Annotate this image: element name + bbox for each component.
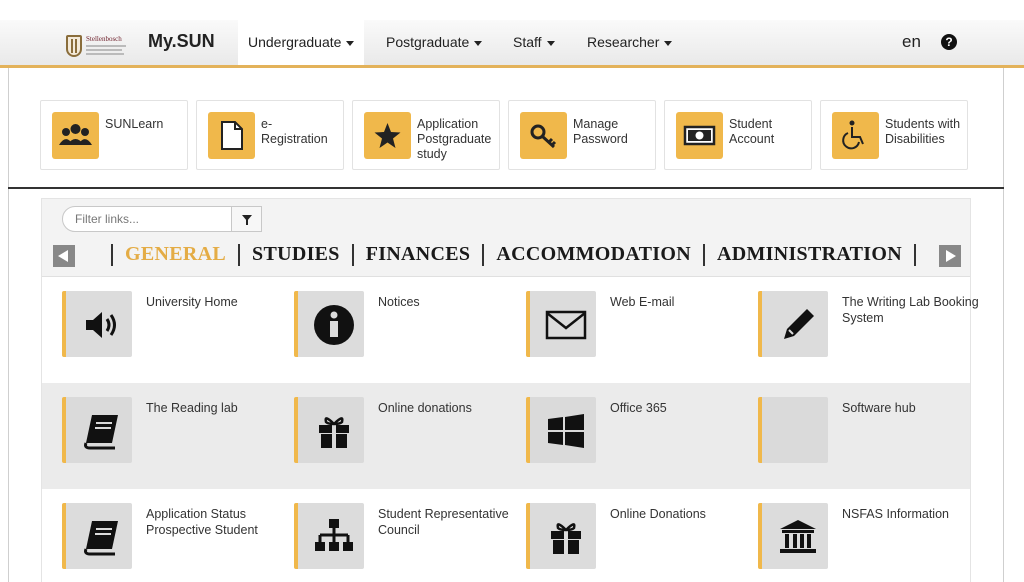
link-office-365[interactable]: Office 365 [526,397,756,477]
link-label: The Writing Lab Booking System [842,295,979,325]
link-browser: GENERAL STUDIES FINANCES ACCOMMODATION ADMIN… [41,198,979,582]
section-divider [8,187,1004,189]
link-label: Student Representative Council [378,507,509,537]
money-icon [676,112,723,159]
caret-down-icon [474,40,483,46]
tab-administration[interactable]: ADMINISTRATION [717,243,902,266]
filter-button[interactable] [231,206,262,232]
tab-accommodation[interactable]: ACCOMMODATION [496,243,691,266]
link-label: Software hub [842,401,916,415]
logo-text: Stellenbosch [86,35,122,43]
link-label: Online Donations [610,507,706,521]
link-nsfas[interactable]: NSFAS Information [758,503,988,582]
link-online-donations-2[interactable]: Online Donations [526,503,756,582]
quick-link-e-registration[interactable]: e- Registration [196,100,344,170]
link-online-donations[interactable]: Online donations [294,397,524,477]
link-label: Notices [378,295,420,309]
quick-link-label: Application Postgraduate study [417,117,492,161]
gift-icon [551,523,581,554]
link-label: NSFAS Information [842,507,949,521]
link-row: The Reading lab Online donations Office … [42,383,970,489]
quick-link-manage-password[interactable]: Manage Password [508,100,656,170]
nav-undergraduate[interactable]: Undergraduate [238,20,365,65]
quick-link-label: SUNLearn [105,117,164,131]
star-icon [364,112,411,159]
wheelchair-icon [832,112,879,159]
quick-link-label: Students with Disabilities [885,117,961,146]
link-label: Online donations [378,401,472,415]
nav-researcher[interactable]: Researcher [577,20,682,65]
gift-icon [319,417,349,448]
nav-staff[interactable]: Staff [503,20,565,65]
windows-icon [548,414,584,448]
top-navbar: Stellenbosch My.SUN Undergraduate Postgr… [0,20,1024,68]
quick-link-students-disabilities[interactable]: Students with Disabilities [820,100,968,170]
link-label: Web E-mail [610,295,675,309]
book-icon [84,521,118,556]
caret-down-icon [664,40,673,46]
link-reading-lab[interactable]: The Reading lab [62,397,292,477]
quick-link-label: e- Registration [261,117,328,146]
category-next-button[interactable] [939,245,961,267]
link-writing-lab[interactable]: The Writing Lab Booking System [758,291,988,371]
pencil-icon [784,309,814,339]
tab-general[interactable]: GENERAL [125,243,226,266]
link-notices[interactable]: Notices [294,291,524,371]
caret-down-icon [546,40,555,46]
tab-finances[interactable]: FINANCES [366,243,471,266]
link-label: University Home [146,295,238,309]
volume-up-icon [86,312,116,338]
stellenbosch-logo[interactable]: Stellenbosch [66,35,130,59]
link-software-hub[interactable]: Software hub [758,397,988,477]
link-label: Application Status Prospective Student [146,507,258,537]
link-label: The Reading lab [146,401,238,415]
link-application-status[interactable]: Application Status Prospective Student [62,503,292,582]
question-circle-icon[interactable]: ? [941,34,957,50]
quick-link-student-account[interactable]: Student Account [664,100,812,170]
info-circle-icon [314,305,354,345]
brand-title[interactable]: My.SUN [148,31,215,52]
quick-link-label: Manage Password [573,117,628,146]
link-web-email[interactable]: Web E-mail [526,291,756,371]
book-icon [84,415,118,450]
link-row: Application Status Prospective Student S… [42,489,970,582]
quick-link-sunlearn[interactable]: SUNLearn [40,100,188,170]
document-icon [208,112,255,159]
filter-icon [242,215,252,225]
envelope-icon [545,310,587,340]
link-university-home[interactable]: University Home [62,291,292,371]
chevron-right-icon [946,250,956,262]
quick-link-label: Student Account [729,117,775,146]
category-prev-button[interactable] [53,245,75,267]
chevron-left-icon [58,250,68,262]
link-src[interactable]: Student Representative Council [294,503,524,582]
link-label: Office 365 [610,401,667,415]
link-browser-header: GENERAL STUDIES FINANCES ACCOMMODATION ADMIN… [42,199,970,277]
quick-link-application-postgraduate[interactable]: Application Postgraduate study [352,100,500,170]
nav-postgraduate[interactable]: Postgraduate [376,20,492,65]
bank-icon [780,520,816,553]
category-tabs: GENERAL STUDIES FINANCES ACCOMMODATION ADMIN… [99,243,928,269]
shield-icon [66,35,82,57]
key-icon [520,112,567,159]
caret-down-icon [346,40,355,46]
link-row: University Home Notices Web E-mail The W… [42,277,979,383]
language-selector[interactable]: en [902,32,921,52]
tab-studies[interactable]: STUDIES [252,243,340,266]
users-icon [52,112,99,159]
sitemap-icon [315,519,353,551]
